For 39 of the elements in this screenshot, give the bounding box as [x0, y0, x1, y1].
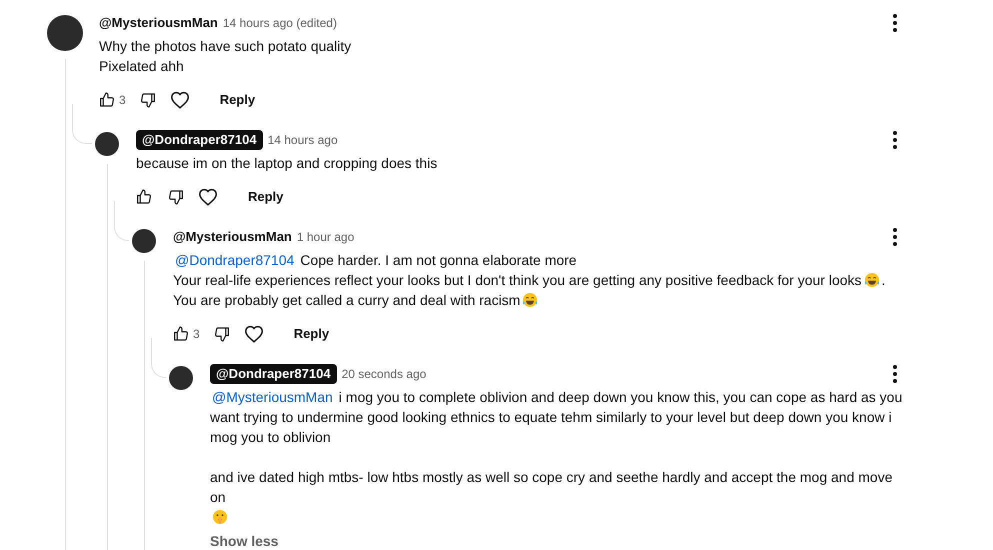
- like-count: 3: [193, 326, 200, 343]
- like-count: 3: [119, 92, 126, 109]
- thumbs-up-icon: [98, 91, 116, 109]
- comment-text: Why the photos have such potato quality Pixelated ahh: [99, 37, 352, 76]
- avatar: [169, 366, 193, 390]
- laughing-emoji-icon: [864, 272, 880, 288]
- author-name[interactable]: @MysteriousmMan: [99, 13, 218, 33]
- comment-time: 20 seconds ago: [342, 366, 426, 383]
- reply-button[interactable]: Reply: [284, 318, 340, 350]
- show-less-link[interactable]: Show less: [210, 531, 278, 550]
- comment-text: @MysteriousmMan i mog you to complete oblivion and deep down you know this, you can cope as hard as you want trying to undermine good looking ethnics to equate tehm similarly to your level but deep down you know i mog you to oblivion and ive dated high mtbs- low htbs mostly as well so cope cry and seethe hardly and accept the mog and move on: [210, 387, 915, 527]
- thumbs-down-icon: [167, 188, 185, 206]
- thumbs-down-icon: [138, 91, 157, 109]
- comment-time: 14 hours ago (edited): [222, 15, 337, 32]
- heart-icon: [168, 89, 191, 111]
- mention-link[interactable]: @Dondraper87104: [175, 252, 294, 268]
- shushing-emoji-icon: [212, 509, 228, 525]
- thread-connector: [114, 201, 129, 241]
- mention-link[interactable]: @MysteriousmMan: [212, 389, 333, 405]
- reply-button[interactable]: Reply: [210, 84, 266, 116]
- avatar: [132, 229, 156, 253]
- author-name[interactable]: @MysteriousmMan: [173, 227, 292, 247]
- thumbs-up-icon: [172, 325, 190, 343]
- author-name[interactable]: @Dondraper87104: [136, 130, 263, 150]
- heart-icon: [197, 186, 219, 208]
- thumbs-down-icon: [212, 325, 231, 343]
- avatar: [95, 132, 119, 156]
- avatar: [47, 15, 83, 51]
- heart-icon: [242, 323, 265, 345]
- comment-text: @Dondraper87104 Cope harder. I am not gonna elaborate more Your real-life experiences reflect your looks but I don't think you are getting any positive feedback for your looks . You are probably get called a curry and deal with racism: [173, 251, 886, 310]
- thread-connector: [151, 338, 166, 378]
- comment-text: because im on the laptop and cropping does this: [136, 154, 438, 173]
- thumbs-up-icon: [135, 188, 153, 206]
- comment-time: 14 hours ago: [268, 132, 338, 149]
- reply-button[interactable]: Reply: [238, 181, 294, 213]
- laughing-emoji-icon: [522, 292, 538, 308]
- comment-time: 1 hour ago: [296, 229, 354, 246]
- author-name[interactable]: @Dondraper87104: [210, 364, 337, 384]
- thread-connector: [72, 104, 92, 144]
